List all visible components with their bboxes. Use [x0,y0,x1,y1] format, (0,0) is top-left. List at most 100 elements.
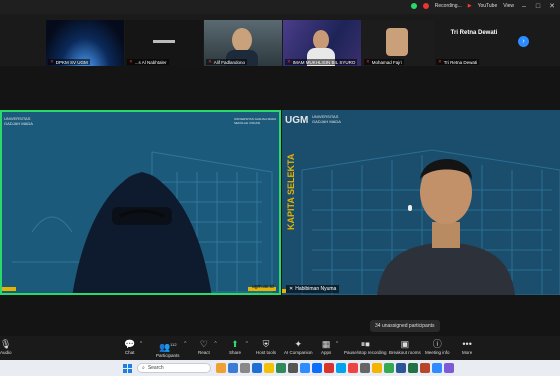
chevron-up-icon[interactable]: ^ [140,341,142,347]
unassigned-participants-toast[interactable]: 34 unassigned participants [370,320,440,332]
meeting-toolbar: 🎙 Audio 💬 Chat ^ 👥112 Participants ^ ♡ React ^ … [0,336,560,360]
taskbar-app-icon[interactable] [372,363,382,373]
taskbar-app-icon[interactable] [336,363,346,373]
taskbar-app-icon[interactable] [252,363,262,373]
host-tools-button[interactable]: ⛨ Host tools [256,339,276,355]
taskbar-app-icon[interactable] [360,363,370,373]
sparkle-icon: ✦ [294,339,303,349]
participants-button[interactable]: 👥112 Participants ^ [156,339,187,358]
recording-label[interactable]: Recording... [435,3,462,9]
mic-muted-icon: ✕ [50,59,54,64]
taskbar-app-icon[interactable] [216,363,226,373]
mic-muted-icon: ✕ [129,59,133,64]
minimize-icon[interactable]: – [520,2,528,10]
taskbar-app-icon[interactable] [264,363,274,373]
breakout-rooms-button[interactable]: ▣ Breakout rooms [389,339,421,355]
svg-text:GADJAH MADA: GADJAH MADA [312,119,341,124]
share-button[interactable]: ⬆ Share ^ [229,339,248,355]
participant-name-tag: ✕ Alif Fadlandono [206,59,248,65]
taskbar-app-icon[interactable] [288,363,298,373]
taskbar-app-icon[interactable] [312,363,322,373]
participant-name-tag: ✕ DPKM SV UGM [48,59,90,65]
recording-icon [422,3,429,9]
view-label[interactable]: View [503,3,514,9]
svg-text:GADJAH MADA: GADJAH MADA [4,121,33,126]
breakout-rooms-icon: ▣ [400,339,410,349]
participant-thumbnail[interactable]: ✕ DPKM SV UGM [46,20,124,66]
participant-avatar [313,30,329,50]
participant-thumbnail[interactable]: ✕ Alif Fadlandono [204,20,282,66]
taskbar-app-icon[interactable] [444,363,454,373]
participant-name-tag: ✕ Tri Retna Dewati [436,59,480,65]
apps-button[interactable]: ▦ Apps ^ [321,339,338,355]
participant-avatar [232,28,252,52]
participant-thumbnail[interactable]: Tri Retna Dewati ✕ Tri Retna Dewati [434,20,514,66]
taskbar-app-icon[interactable] [420,363,430,373]
mic-muted-icon: ✕ [287,59,291,64]
top-status-group: Recording... ▶ YouTube View – □ ✕ [410,2,556,10]
video-tile-active-speaker[interactable]: UNIVERSITAS GADJAH MADA UNIVERSITAS GADJ… [0,110,281,295]
chevron-right-icon: › [522,38,525,45]
participants-icon: 👥112 [158,342,177,352]
participant-name-tag: ✕ IMAM MUKHLISIN BIL SYURO [285,59,358,65]
speaker-highlight-bar [2,287,16,291]
participant-name-tag: ✕ ...s Al Nabhtaler [127,59,169,65]
chat-icon: 💬 [124,339,136,349]
taskbar-app-icon[interactable] [240,363,250,373]
participant-thumbnail[interactable]: ✕ ...s Al Nabhtaler [125,20,203,66]
close-icon[interactable]: ✕ [548,2,556,10]
taskbar-app-icon[interactable] [300,363,310,373]
pause-stop-icon: ⏸⏹ [360,339,370,349]
chat-button[interactable]: 💬 Chat ^ [124,339,142,355]
next-page-button[interactable]: › [518,36,529,47]
info-icon: ⓘ [432,339,442,349]
chevron-up-icon[interactable]: ^ [214,341,216,347]
mic-muted-icon: ✕ [289,286,294,292]
mic-muted-icon: ✕ [208,59,212,64]
windows-start-icon[interactable] [123,364,132,373]
chevron-up-icon[interactable]: ^ [246,341,248,347]
shield-icon: ⛨ [262,339,270,349]
mic-muted-icon: ✕ [438,59,442,64]
top-status-bar: Recording... ▶ YouTube View – □ ✕ [0,0,560,14]
taskbar-app-icon[interactable] [276,363,286,373]
shield-icon [410,3,417,9]
meeting-info-button[interactable]: ⓘ Meeting info [425,339,450,355]
ai-companion-button[interactable]: ✦ AI Companion [284,339,313,355]
taskbar-search[interactable]: ⌕ Search [137,363,211,373]
audio-button[interactable]: 🎙 Audio [0,339,12,355]
youtube-icon: ▶ [467,3,472,9]
svg-text:SEKOLAH VOKASI: SEKOLAH VOKASI [234,121,260,125]
tile-url-label: ugm.ac.id [252,284,274,290]
main-gallery: UNIVERSITAS GADJAH MADA UNIVERSITAS GADJ… [0,66,560,336]
youtube-label[interactable]: YouTube [478,3,498,9]
pause-recording-button[interactable]: ⏸⏹ Pause/stop recording [344,339,387,355]
search-icon: ⌕ [142,365,145,371]
chevron-up-icon[interactable]: ^ [336,341,338,347]
participant-thumbnail[interactable]: ✕ Mohamad Fajri [362,20,440,66]
more-button[interactable]: ••• More [462,339,472,355]
taskbar-app-icon[interactable] [384,363,394,373]
taskbar-app-icon[interactable] [324,363,334,373]
video-tile-speaker[interactable]: UGM UNIVERSITAS GADJAH MADA KAPITA SELEK… [282,110,560,295]
react-button[interactable]: ♡ React ^ [198,339,217,355]
campus-background-art: UNIVERSITAS GADJAH MADA UNIVERSITAS GADJ… [2,112,279,293]
apps-icon: ▦ [321,339,331,349]
chevron-up-icon[interactable]: ^ [184,341,186,347]
maximize-icon[interactable]: □ [534,2,542,10]
share-screen-icon: ⬆ [231,339,239,349]
taskbar-app-icon[interactable] [432,363,442,373]
taskbar-app-icon[interactable] [408,363,418,373]
taskbar-app-icon[interactable] [228,363,238,373]
microphone-icon: 🎙 [0,339,12,349]
windows-taskbar: ⌕ Search [0,360,560,376]
more-icon: ••• [462,339,472,349]
participant-avatar [386,28,408,56]
mic-muted-icon: ✕ [366,59,370,64]
taskbar-app-icon[interactable] [348,363,358,373]
tile-name-tag: ✕ Habibiman Nyuma [286,285,340,293]
participant-big-name: Tri Retna Dewati [450,30,498,36]
zoom-meeting-window: Recording... ▶ YouTube View – □ ✕ ✕ DPKM … [0,0,560,376]
taskbar-app-icon[interactable] [396,363,406,373]
participant-thumbnail[interactable]: ✕ IMAM MUKHLISIN BIL SYURO [283,20,361,66]
